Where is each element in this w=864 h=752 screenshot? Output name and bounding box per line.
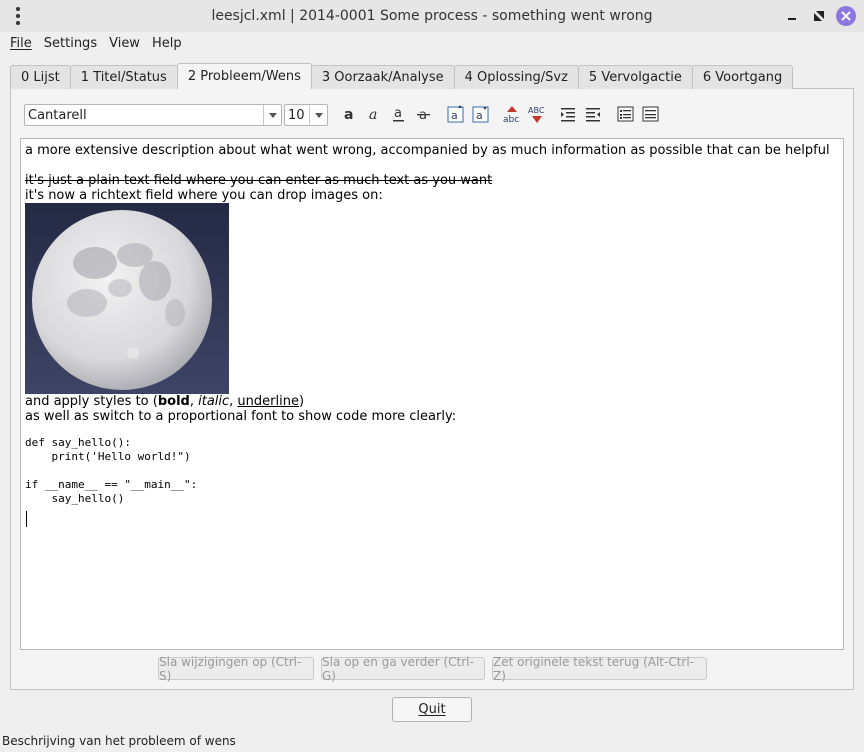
tab-titel-status[interactable]: 1 Titel/Status [69, 65, 178, 89]
menu-view[interactable]: View [103, 36, 146, 51]
bold-text: bold [157, 394, 190, 409]
revert-button[interactable]: Zet originele tekst terug (Alt-Ctrl-Z) [492, 655, 707, 683]
window-menu-icon[interactable] [8, 5, 28, 27]
chevron-down-icon[interactable] [263, 105, 281, 125]
italic-text: italic [198, 394, 230, 409]
svg-text:ABC: ABC [528, 106, 545, 115]
styles-line: and apply styles to (bold, italic, under… [25, 394, 305, 409]
indent-icon[interactable] [559, 104, 579, 124]
richtext-line: it's now a richtext field where you can … [25, 188, 383, 203]
title-bar: leesjcl.xml | 2014-0001 Some process - s… [0, 0, 864, 32]
close-icon[interactable] [836, 6, 856, 26]
enlarge-text-icon[interactable]: a [446, 104, 466, 124]
list-icon[interactable] [616, 104, 636, 124]
underline-icon[interactable]: a [389, 104, 409, 124]
font-size-value: 10 [288, 107, 305, 123]
restore-icon[interactable] [809, 6, 829, 26]
tab-lijst[interactable]: 0 Lijst [10, 65, 71, 89]
svg-text:abc: abc [503, 115, 519, 124]
italic-icon[interactable]: a [364, 104, 384, 124]
font-family-select[interactable]: Cantarell [24, 104, 282, 126]
description-line: a more extensive description about what … [25, 143, 830, 158]
svg-text:a: a [369, 107, 377, 122]
strikethrough-icon[interactable]: a [414, 104, 434, 124]
font-family-value: Cantarell [28, 107, 87, 123]
strikethrough-line: it's just a plain text field where you c… [25, 173, 493, 188]
quit-button[interactable]: Quit [392, 697, 472, 722]
tab-bar: 0 Lijst 1 Titel/Status 2 Probleem/Wens 3… [10, 63, 794, 89]
spellcheck-icon[interactable]: abc [502, 104, 522, 124]
bold-icon[interactable]: a [339, 104, 359, 124]
text-cursor [26, 511, 27, 527]
code-block: def say_hello(): print('Hello world!") i… [25, 436, 198, 505]
status-bar: Beschrijving van het probleem of wens [2, 734, 236, 748]
spellcheck-options-icon[interactable]: ABC [527, 104, 547, 124]
svg-text:a: a [344, 107, 353, 122]
menu-settings[interactable]: Settings [38, 36, 103, 51]
unindent-icon[interactable] [584, 104, 604, 124]
numbered-list-icon[interactable] [641, 104, 661, 124]
rich-text-editor[interactable]: a more extensive description about what … [20, 138, 844, 650]
svg-text:a: a [394, 106, 402, 121]
font-size-select[interactable]: 10 [284, 104, 328, 126]
moon-image [25, 203, 229, 394]
svg-text:a: a [451, 109, 458, 122]
tab-oorzaak-analyse[interactable]: 3 Oorzaak/Analyse [310, 65, 455, 89]
window-title: leesjcl.xml | 2014-0001 Some process - s… [211, 8, 653, 24]
chevron-down-icon[interactable] [309, 105, 327, 125]
menu-bar: File Settings View Help [0, 32, 864, 54]
proportional-font-line: as well as switch to a proportional font… [25, 409, 457, 424]
tab-voortgang[interactable]: 6 Voortgang [691, 65, 794, 89]
save-next-button[interactable]: Sla op en ga verder (Ctrl-G) [321, 655, 485, 683]
tab-oplossing-svz[interactable]: 4 Oplossing/Svz [453, 65, 579, 89]
minimize-icon[interactable] [782, 6, 802, 26]
underline-text: underline [237, 394, 299, 409]
save-button[interactable]: Sla wijzigingen op (Ctrl-S) [158, 655, 314, 683]
shrink-text-icon[interactable]: a [471, 104, 491, 124]
tab-probleem-wens[interactable]: 2 Probleem/Wens [176, 63, 312, 89]
menu-help[interactable]: Help [146, 36, 188, 51]
svg-text:a: a [476, 109, 483, 122]
menu-file[interactable]: File [4, 36, 38, 51]
tab-vervolgactie[interactable]: 5 Vervolgactie [577, 65, 693, 89]
